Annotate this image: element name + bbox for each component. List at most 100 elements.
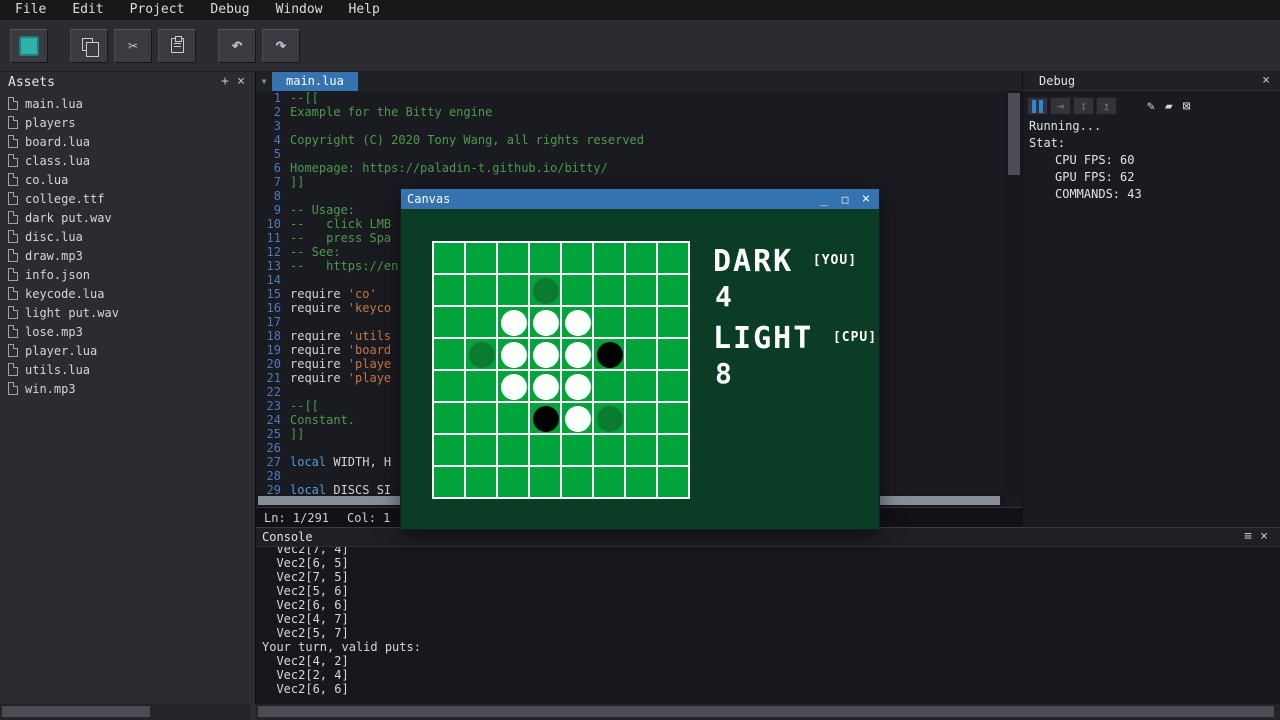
pause-button[interactable] bbox=[1027, 97, 1048, 115]
code-line: 3 bbox=[256, 119, 1006, 133]
code-text: --[[ bbox=[290, 399, 319, 413]
asset-item[interactable]: keycode.lua bbox=[0, 284, 255, 303]
assets-close-button[interactable]: × bbox=[233, 73, 249, 91]
code-segment: -- click LMB bbox=[290, 217, 391, 231]
line-number: 28 bbox=[256, 469, 290, 483]
copy-button[interactable] bbox=[70, 29, 108, 63]
asset-item[interactable]: info.json bbox=[0, 265, 255, 284]
menu-item-file[interactable]: File bbox=[2, 0, 59, 20]
editor-tab-bar: ▼ main.lua bbox=[256, 72, 1022, 91]
asset-item[interactable]: disc.lua bbox=[0, 227, 255, 246]
code-segment: require bbox=[290, 287, 348, 301]
step-over-button[interactable]: ⇥ bbox=[1050, 97, 1071, 115]
asset-item-label: co.lua bbox=[25, 173, 68, 187]
new-button[interactable] bbox=[10, 29, 48, 63]
pencil-icon[interactable]: ✎ bbox=[1147, 99, 1155, 114]
code-text: require 'co' bbox=[290, 287, 377, 301]
paste-button[interactable] bbox=[158, 29, 196, 63]
debug-stat: COMMANDS: 43 bbox=[1023, 186, 1280, 203]
menu-item-window[interactable]: Window bbox=[263, 0, 336, 20]
marker-icon[interactable]: ▰ bbox=[1165, 99, 1173, 114]
code-segment: Example for the Bitty engine bbox=[290, 105, 492, 119]
asset-item[interactable]: dark put.wav bbox=[0, 208, 255, 227]
asset-item[interactable]: player.lua bbox=[0, 341, 255, 360]
clear-icon[interactable]: ⊠ bbox=[1183, 99, 1191, 114]
file-icon bbox=[8, 249, 18, 262]
valid-move-hint[interactable] bbox=[533, 278, 559, 304]
code-text: -- https://en bbox=[290, 259, 398, 273]
code-line: 6Homepage: https://paladin-t.github.io/b… bbox=[256, 161, 1006, 175]
asset-item-label: dark put.wav bbox=[25, 211, 112, 225]
asset-item[interactable]: players bbox=[0, 113, 255, 132]
code-segment: require bbox=[290, 371, 348, 385]
code-segment: Constant. bbox=[290, 413, 355, 427]
code-text: require 'utils bbox=[290, 329, 391, 343]
add-asset-button[interactable]: + bbox=[217, 73, 233, 91]
scrollbar-thumb[interactable] bbox=[2, 706, 150, 717]
editor-vertical-scrollbar[interactable] bbox=[1006, 91, 1022, 494]
line-number: 3 bbox=[256, 119, 290, 133]
asset-item[interactable]: class.lua bbox=[0, 151, 255, 170]
code-text: Constant. bbox=[290, 413, 355, 427]
file-icon bbox=[8, 192, 18, 205]
step-out-button[interactable]: ↥ bbox=[1096, 97, 1117, 115]
line-number: 23 bbox=[256, 399, 290, 413]
asset-item[interactable]: light put.wav bbox=[0, 303, 255, 322]
console-horizontal-scrollbar[interactable] bbox=[256, 704, 1280, 720]
menu-item-debug[interactable]: Debug bbox=[197, 0, 262, 20]
menu-item-project[interactable]: Project bbox=[117, 0, 198, 20]
line-number: 9 bbox=[256, 203, 290, 217]
line-number: 18 bbox=[256, 329, 290, 343]
asset-item[interactable]: win.mp3 bbox=[0, 379, 255, 398]
code-text: require 'board bbox=[290, 343, 391, 357]
minimize-button[interactable]: _ bbox=[817, 191, 831, 207]
file-icon bbox=[8, 135, 18, 148]
valid-move-hint[interactable] bbox=[469, 342, 495, 368]
cut-button[interactable]: ✂ bbox=[114, 29, 152, 63]
code-text: ]] bbox=[290, 175, 304, 189]
tab-list-dropdown[interactable]: ▼ bbox=[256, 72, 272, 91]
asset-item[interactable]: college.ttf bbox=[0, 189, 255, 208]
code-segment: -- Usage: bbox=[290, 203, 355, 217]
black-disc bbox=[533, 406, 559, 432]
maximize-button[interactable]: □ bbox=[838, 191, 852, 207]
step-into-button[interactable]: ↧ bbox=[1073, 97, 1094, 115]
console-list-button[interactable]: ≡ bbox=[1240, 528, 1256, 546]
console-line: Vec2[6, 5] bbox=[262, 556, 1280, 570]
redo-button[interactable]: ↷ bbox=[262, 29, 300, 63]
file-icon bbox=[8, 382, 18, 395]
asset-item[interactable]: lose.mp3 bbox=[0, 322, 255, 341]
console-close-button[interactable]: × bbox=[1256, 528, 1272, 546]
scoreboard: DARK [YOU] 4 LIGHT [CPU] 8 bbox=[713, 245, 877, 399]
console-line: Vec2[5, 7] bbox=[262, 626, 1280, 640]
asset-item[interactable]: main.lua bbox=[0, 94, 255, 113]
file-icon bbox=[8, 363, 18, 376]
asset-item[interactable]: draw.mp3 bbox=[0, 246, 255, 265]
asset-item[interactable]: co.lua bbox=[0, 170, 255, 189]
console-line: Vec2[2, 4] bbox=[262, 668, 1280, 682]
canvas-title-bar[interactable]: Canvas _ □ × bbox=[401, 189, 879, 209]
asset-item-label: win.mp3 bbox=[25, 382, 76, 396]
asset-item[interactable]: utils.lua bbox=[0, 360, 255, 379]
scrollbar-thumb[interactable] bbox=[1008, 93, 1020, 175]
dark-player-score: 4 bbox=[715, 282, 877, 312]
menu-item-help[interactable]: Help bbox=[336, 0, 393, 20]
asset-item[interactable]: board.lua bbox=[0, 132, 255, 151]
valid-move-hint[interactable] bbox=[597, 406, 623, 432]
debug-close-button[interactable]: × bbox=[1258, 72, 1274, 90]
line-number: 15 bbox=[256, 287, 290, 301]
menu-item-edit[interactable]: Edit bbox=[59, 0, 116, 20]
tab-main-lua[interactable]: main.lua bbox=[272, 72, 358, 91]
reversi-board[interactable] bbox=[432, 241, 690, 499]
undo-button[interactable]: ↶ bbox=[218, 29, 256, 63]
white-disc bbox=[533, 310, 559, 336]
console-line: Vec2[6, 6] bbox=[262, 598, 1280, 612]
black-disc bbox=[597, 342, 623, 368]
scrollbar-thumb[interactable] bbox=[258, 706, 1274, 717]
code-segment: 'keyco bbox=[348, 301, 391, 315]
code-line: 1--[[ bbox=[256, 91, 1006, 105]
asset-item-label: main.lua bbox=[25, 97, 83, 111]
assets-horizontal-scrollbar[interactable] bbox=[0, 704, 250, 720]
code-text: local DISCS_SI bbox=[290, 483, 391, 494]
close-button[interactable]: × bbox=[859, 191, 873, 207]
